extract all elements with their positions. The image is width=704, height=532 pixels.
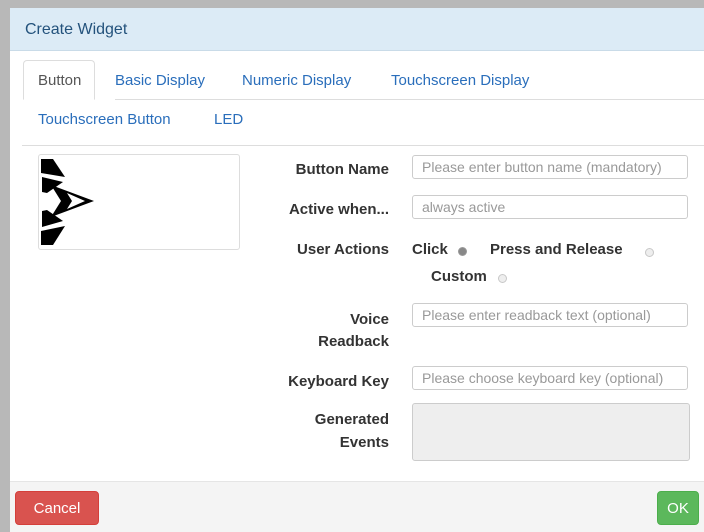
generated-events-label-line1: Generated (314, 411, 389, 428)
play-logo-icon (41, 159, 94, 245)
generated-events-field (412, 403, 690, 461)
ok-button[interactable]: OK (657, 491, 699, 525)
custom-radio[interactable] (498, 274, 507, 283)
click-radio[interactable] (458, 247, 467, 256)
active-when-label: Active when... (288, 201, 389, 218)
tab-touchscreen-display[interactable]: Touchscreen Display (391, 72, 529, 89)
voice-readback-label-line1: Voice (350, 311, 389, 328)
tab-numeric-display[interactable]: Numeric Display (242, 72, 351, 89)
tab-content-divider (22, 145, 704, 146)
create-widget-dialog: Create Widget Button Basic Display Numer… (10, 8, 704, 532)
button-name-label: Button Name (295, 161, 389, 178)
click-option-label: Click (412, 241, 448, 258)
tab-led[interactable]: LED (214, 111, 243, 128)
custom-option-label: Custom (431, 268, 487, 285)
tab-button[interactable]: Button (23, 60, 96, 100)
dialog-footer: Cancel OK (10, 481, 704, 532)
widget-preview (38, 154, 240, 250)
voice-readback-label-line2: Readback (318, 333, 389, 350)
cancel-button[interactable]: Cancel (15, 491, 99, 525)
voice-readback-input[interactable] (412, 303, 688, 327)
press-release-option-label: Press and Release (490, 241, 623, 258)
keyboard-key-label: Keyboard Key (288, 373, 389, 390)
user-actions-label: User Actions (297, 241, 389, 258)
press-release-radio[interactable] (645, 248, 654, 257)
tab-basic-display[interactable]: Basic Display (115, 72, 205, 89)
dialog-title: Create Widget (25, 21, 128, 38)
tab-touchscreen-button[interactable]: Touchscreen Button (38, 111, 171, 128)
generated-events-label-line2: Events (339, 434, 389, 451)
dialog-title-bar: Create Widget (10, 8, 704, 51)
tab-divider (115, 99, 704, 100)
button-name-input[interactable] (412, 155, 688, 179)
keyboard-key-input[interactable] (412, 366, 688, 390)
active-when-input[interactable] (412, 195, 688, 219)
